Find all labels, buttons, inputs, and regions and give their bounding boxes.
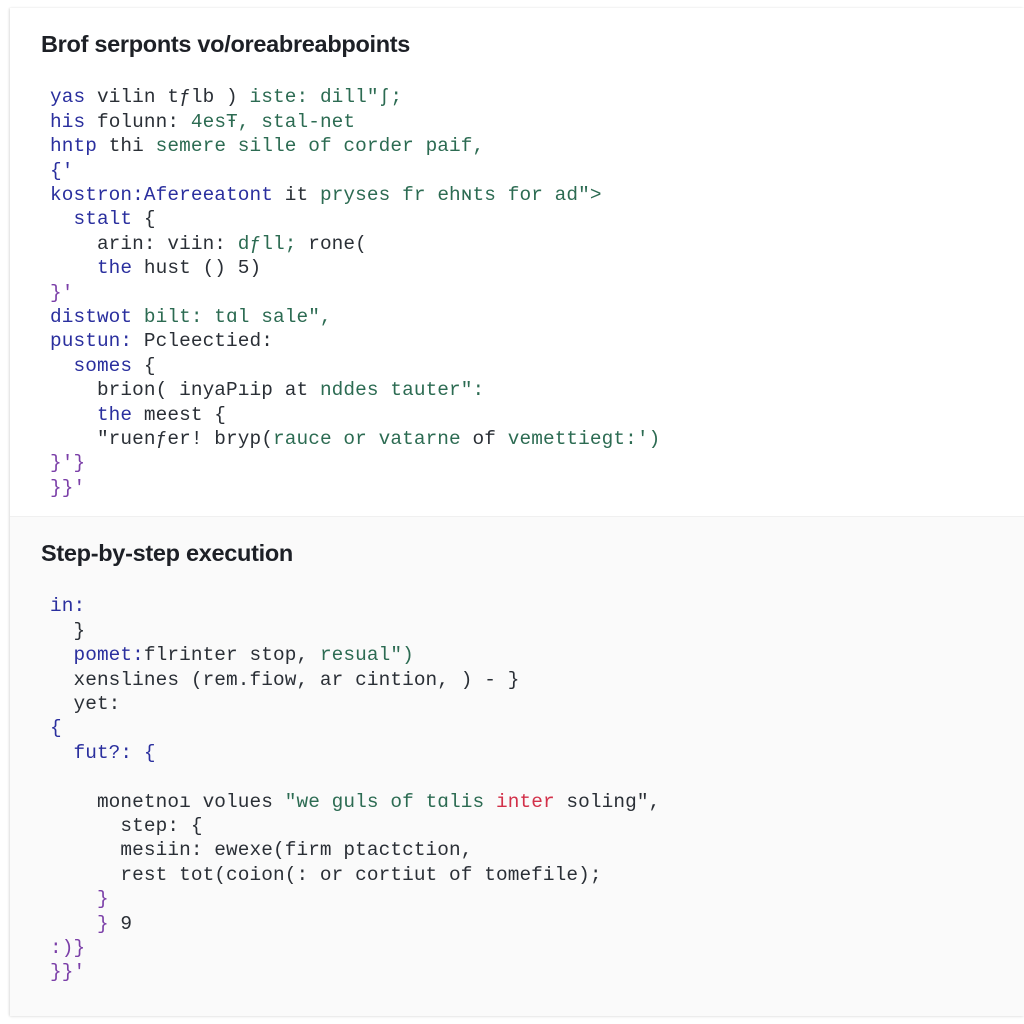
document-card: Brof serponts vo/oreabreabpoints yas vil…	[10, 8, 1024, 1016]
code-token-kw: {'	[50, 159, 74, 182]
code-token-plain: folunn:	[96, 110, 191, 133]
code-line: kostron:Afereeatont it pryses fr ehɴts f…	[50, 183, 1024, 207]
code-line: pustun: Pcleectied:	[50, 329, 1024, 353]
code-token-str: rauce or vatarne	[273, 428, 473, 451]
code-line: somes {	[50, 354, 1024, 378]
code-token-plain: Pcleectied:	[143, 330, 273, 353]
code-line: rest tot(coion(: or cortiut of tomefile)…	[50, 863, 1024, 887]
code-token-plain: "ruenƒer! bryp(	[50, 428, 273, 451]
code-token-plain: mesiin: ewexe(firm ptactction,	[50, 839, 473, 862]
code-token-plain: rone(	[308, 232, 367, 255]
code-token-kw: fut?: {	[50, 741, 156, 764]
code-token-kw: yas	[50, 86, 97, 109]
code-token-plain: arin: viin:	[50, 232, 238, 255]
code-token-kw: his	[50, 110, 97, 133]
code-token-plain: {	[143, 354, 156, 377]
code-line: hntp thi semere sille of corder paif,	[50, 134, 1024, 158]
code-line: yas vilin tƒlb ) iste: dill"ʃ;	[50, 85, 1024, 109]
code-token-br: }	[50, 912, 121, 935]
code-line: pomet:flrinter stop, resual")	[50, 643, 1024, 667]
section-step-by-step-execution: Step-by-step execution in: } pomet:flrin…	[10, 516, 1024, 1016]
code-token-plain: of	[472, 428, 508, 451]
code-line: {'	[50, 159, 1024, 183]
code-token-str: dƒll;	[237, 232, 309, 255]
code-line: fut?: {	[50, 741, 1024, 765]
code-token-plain: brion( inyaPıip at	[50, 379, 320, 402]
code-token-plain: soling",	[554, 790, 661, 813]
code-token-br: }}'	[50, 476, 86, 499]
code-token-str: resual")	[319, 644, 414, 667]
code-token-kw: somes	[50, 354, 144, 377]
code-token-kw: distwot	[50, 306, 144, 329]
code-line: the meest {	[50, 403, 1024, 427]
code-line: distwot bilt: tɑl sale",	[50, 305, 1024, 329]
code-line: }	[50, 619, 1024, 643]
code-block-breakpoints[interactable]: yas vilin tƒlb ) iste: dill"ʃ; his folunn…	[10, 85, 1024, 500]
section-heading-step-execution: Step-by-step execution	[41, 540, 293, 566]
code-token-br: }'	[50, 281, 74, 304]
code-token-kw: the	[50, 403, 144, 426]
code-token-plain: {	[143, 208, 156, 231]
code-token-plain: vilin tƒlb )	[96, 86, 250, 109]
code-line: step: {	[50, 814, 1024, 838]
code-token-plain: it	[284, 184, 320, 206]
code-line: }}'	[50, 960, 1024, 984]
code-token-kw: the	[50, 257, 144, 280]
code-line: }}'	[50, 476, 1024, 500]
code-line: monetnoı volues "we guls of tɑlis inter …	[50, 790, 1024, 814]
code-token-br: :)}	[50, 937, 86, 960]
code-token-kw: {	[50, 717, 62, 740]
code-token-plain: }	[50, 619, 86, 642]
code-token-kw: kostron:Afereeatont	[50, 184, 285, 206]
code-block-step-execution[interactable]: in: } pomet:flrinter stop, resual") xens…	[10, 594, 1024, 985]
code-line: in:	[50, 594, 1024, 618]
code-token-str: semere sille of corder paif,	[155, 135, 485, 158]
code-token-plain: step: {	[50, 815, 203, 838]
code-token-str: vemettiegt:')	[507, 428, 661, 451]
code-token-plain: hust () 5)	[143, 257, 262, 280]
code-token-plain: monetnoı volues	[50, 790, 285, 813]
code-token-kw: hntp	[50, 135, 109, 158]
code-line: "ruenƒer! bryp(rauce or vatarne of vemet…	[50, 427, 1024, 451]
code-token-kw: pustun:	[50, 330, 144, 353]
code-token-plain: yet:	[50, 693, 121, 715]
code-token-plain: xenslines (rem.fiow, ar cintion, ) - }	[50, 668, 520, 691]
code-token-plain: thi	[108, 135, 156, 158]
code-line: his folunn: 4esŦ, stal-net	[50, 110, 1024, 134]
code-token-plain: rest tot(coion(: or cortiut of tomefile)…	[50, 863, 602, 886]
code-token-kw: pomet:	[50, 644, 144, 667]
code-line: arin: viin: dƒll; rone(	[50, 232, 1024, 256]
code-token-str: iste: dill"ʃ;	[249, 86, 403, 109]
code-line: {	[50, 716, 1024, 740]
code-token-kw: in:	[50, 595, 86, 618]
code-line: the hust () 5)	[50, 256, 1024, 280]
code-line: brion( inyaPıip at nddes tauter":	[50, 378, 1024, 402]
code-token-str: nddes tauter":	[319, 379, 485, 402]
code-line: stalt {	[50, 207, 1024, 231]
code-line: } 9	[50, 912, 1024, 936]
section-heading-breakpoints: Brof serponts vo/oreabreabpoints	[41, 31, 411, 57]
code-token-plain: 9	[120, 912, 133, 935]
code-token-br: }}'	[50, 961, 86, 984]
code-token-str: pryses fr ehɴts for ad">	[319, 184, 602, 206]
code-token-err: inter	[496, 790, 555, 813]
code-line: :)}	[50, 936, 1024, 960]
code-line: }	[50, 887, 1024, 911]
code-line: }'}	[50, 451, 1024, 475]
code-token-br: }'}	[50, 452, 86, 475]
code-token-plain: meest {	[143, 403, 227, 426]
code-token-str: "we guls of tɑlis	[284, 790, 496, 813]
code-line: xenslines (rem.fiow, ar cintion, ) - }	[50, 668, 1024, 692]
section-breakpoints: Brof serponts vo/oreabreabpoints yas vil…	[10, 8, 1024, 516]
code-line: yet:	[50, 692, 1024, 716]
code-token-br: }	[50, 888, 109, 911]
code-token-kw: stalt	[50, 208, 144, 231]
code-token-str: bilt: tɑl sale",	[143, 306, 332, 329]
code-line: }'	[50, 281, 1024, 305]
code-line: mesiin: ewexe(firm ptactction,	[50, 838, 1024, 862]
code-token-plain: flrinter stop,	[143, 644, 320, 667]
code-token-str: 4esŦ, stal-net	[190, 110, 356, 133]
